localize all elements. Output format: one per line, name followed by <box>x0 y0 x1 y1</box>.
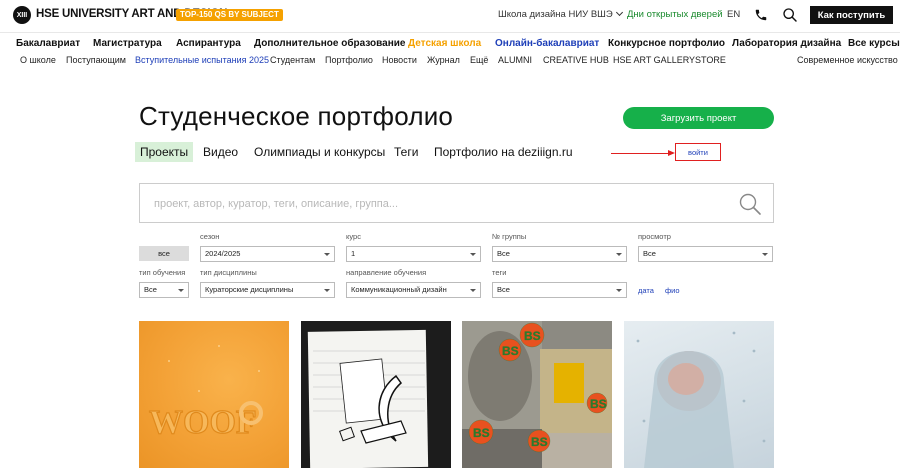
nav-item-portfolio-contest[interactable]: Конкурсное портфолио <box>608 38 725 49</box>
chevron-down-icon <box>470 289 476 292</box>
filter-all-button[interactable]: все <box>139 246 189 261</box>
portfolio-search <box>139 183 774 223</box>
bs-badge-4: BS <box>473 426 490 440</box>
language-switch[interactable]: EN <box>727 9 740 20</box>
subnav-item-students[interactable]: Студентам <box>270 55 315 65</box>
sort-by-name-link[interactable]: фио <box>665 286 680 295</box>
tab-tags[interactable]: Теги <box>394 145 418 159</box>
chevron-down-icon <box>324 289 330 292</box>
sort-by-date-link[interactable]: дата <box>638 286 654 295</box>
filter-label-tags: теги <box>492 268 507 277</box>
filter-view-value: Все <box>643 249 656 258</box>
search-icon[interactable] <box>782 7 798 23</box>
bs-badge-2: BS <box>502 344 519 358</box>
phone-icon[interactable] <box>754 8 768 22</box>
nav-item-master[interactable]: Магистратура <box>93 38 162 49</box>
chevron-down-icon <box>615 8 623 17</box>
filter-label-course: курс <box>346 232 361 241</box>
search-input[interactable] <box>154 196 714 212</box>
nav-item-online-bachelor[interactable]: Онлайн-бакалавриат <box>495 38 599 49</box>
subnav-item-news[interactable]: Новости <box>382 55 417 65</box>
collage-artwork: BS BS BS BS BS <box>462 321 612 468</box>
subnav-item-art-gallery[interactable]: HSE ART GALLERY <box>613 55 695 65</box>
chevron-down-icon <box>762 253 768 256</box>
figure-artwork <box>636 331 766 468</box>
subnav-item-entrance-exams[interactable]: Вступительные испытания 2025 <box>135 55 269 65</box>
filter-label-season: сезон <box>200 232 220 241</box>
annotation-arrow-head <box>668 150 675 156</box>
top-bar: XIII HSE UNIVERSITY ART AND DESIGN TOP-1… <box>0 0 900 30</box>
filter-study-type-select[interactable]: Все <box>139 282 189 298</box>
filter-label-discipline-type: тип дисциплины <box>200 268 257 277</box>
filter-label-group: № группы <box>492 232 527 241</box>
tab-projects[interactable]: Проекты <box>135 142 194 162</box>
upload-project-button[interactable]: Загрузить проект <box>623 107 774 129</box>
filter-season-select[interactable]: 2024/2025 <box>200 246 335 262</box>
woof-artwork: WOOF <box>148 345 263 442</box>
nav-item-kids-school[interactable]: Детская школа <box>408 38 481 49</box>
subnav-item-creative-hub[interactable]: CREATIVE HUB <box>543 55 609 65</box>
subnav-item-portfolio[interactable]: Портфолио <box>325 55 373 65</box>
filter-label-view: просмотр <box>638 232 671 241</box>
sketch-artwork <box>307 329 429 468</box>
tab-deziiign-portfolio[interactable]: Портфолио на deziiign.ru <box>434 145 573 159</box>
top150-badge[interactable]: TOP-150 QS BY SUBJECT <box>176 9 283 21</box>
chevron-down-icon <box>616 289 622 292</box>
sub-nav: О школе Поступающим Вступительные испыта… <box>0 54 900 70</box>
project-card-sketch[interactable] <box>301 321 451 468</box>
subnav-item-alumni[interactable]: ALUMNI <box>498 55 532 65</box>
page-title: Студенческое портфолио <box>139 101 454 131</box>
project-card-woof[interactable]: WOOF <box>139 321 289 468</box>
filter-group-select[interactable]: Все <box>492 246 627 262</box>
bs-badge-1: BS <box>524 329 541 343</box>
subnav-item-contemporary-art[interactable]: Современное искусство <box>797 55 898 65</box>
school-dropdown[interactable]: Школа дизайна НИУ ВШЭ <box>498 8 623 20</box>
chevron-down-icon <box>178 289 184 292</box>
logo-badge[interactable]: XIII <box>13 6 31 24</box>
filter-course-value: 1 <box>351 249 356 258</box>
filter-season-value: 2024/2025 <box>205 249 241 258</box>
tab-video[interactable]: Видео <box>203 145 238 159</box>
filter-label-direction: направление обучения <box>346 268 427 277</box>
enroll-button[interactable]: Как поступить <box>810 6 893 24</box>
bs-badge-3: BS <box>590 397 607 411</box>
filter-study-type-value: Все <box>144 285 157 294</box>
bs-badge-5: BS <box>531 435 548 449</box>
filter-discipline-type-value: Кураторские дисциплины <box>205 285 294 294</box>
login-link[interactable]: войти <box>675 143 721 161</box>
project-card-collage[interactable]: BS BS BS BS BS <box>462 321 612 468</box>
filter-direction-select[interactable]: Коммуникационный дизайн <box>346 282 481 298</box>
filter-tags-select[interactable]: Все <box>492 282 627 298</box>
subnav-item-about[interactable]: О школе <box>20 55 56 65</box>
chevron-down-icon <box>324 253 330 256</box>
filter-discipline-type-select[interactable]: Кураторские дисциплины <box>200 282 335 298</box>
project-card-figure[interactable] <box>624 321 774 468</box>
open-days-link[interactable]: Дни открытых дверей <box>627 9 723 20</box>
tab-olympiads[interactable]: Олимпиады и конкурсы <box>254 145 385 159</box>
nav-item-design-lab[interactable]: Лаборатория дизайна <box>732 38 841 49</box>
nav-item-postgrad[interactable]: Аспирантура <box>176 38 241 49</box>
filter-direction-value: Коммуникационный дизайн <box>351 285 447 294</box>
nav-item-bachelor[interactable]: Бакалавриат <box>16 38 80 49</box>
search-icon[interactable] <box>738 192 762 216</box>
filter-view-select[interactable]: Все <box>638 246 773 262</box>
chevron-down-icon <box>616 253 622 256</box>
subnav-item-more[interactable]: Ещё <box>470 55 488 65</box>
subnav-item-journal[interactable]: Журнал <box>427 55 460 65</box>
filter-tags-value: Все <box>497 285 510 294</box>
filter-group-value: Все <box>497 249 510 258</box>
nav-item-extra-education[interactable]: Дополнительное образование <box>254 38 405 49</box>
main-nav: Бакалавриат Магистратура Аспирантура Доп… <box>0 32 900 52</box>
filter-course-select[interactable]: 1 <box>346 246 481 262</box>
subnav-item-store[interactable]: STORE <box>695 55 726 65</box>
filter-label-study-type: тип обучения <box>139 268 186 277</box>
school-dropdown-label: Школа дизайна НИУ ВШЭ <box>498 9 613 20</box>
chevron-down-icon <box>470 253 476 256</box>
nav-item-all-courses[interactable]: Все курсы <box>848 38 900 49</box>
subnav-item-applicants[interactable]: Поступающим <box>66 55 126 65</box>
annotation-arrow-line <box>611 153 673 154</box>
